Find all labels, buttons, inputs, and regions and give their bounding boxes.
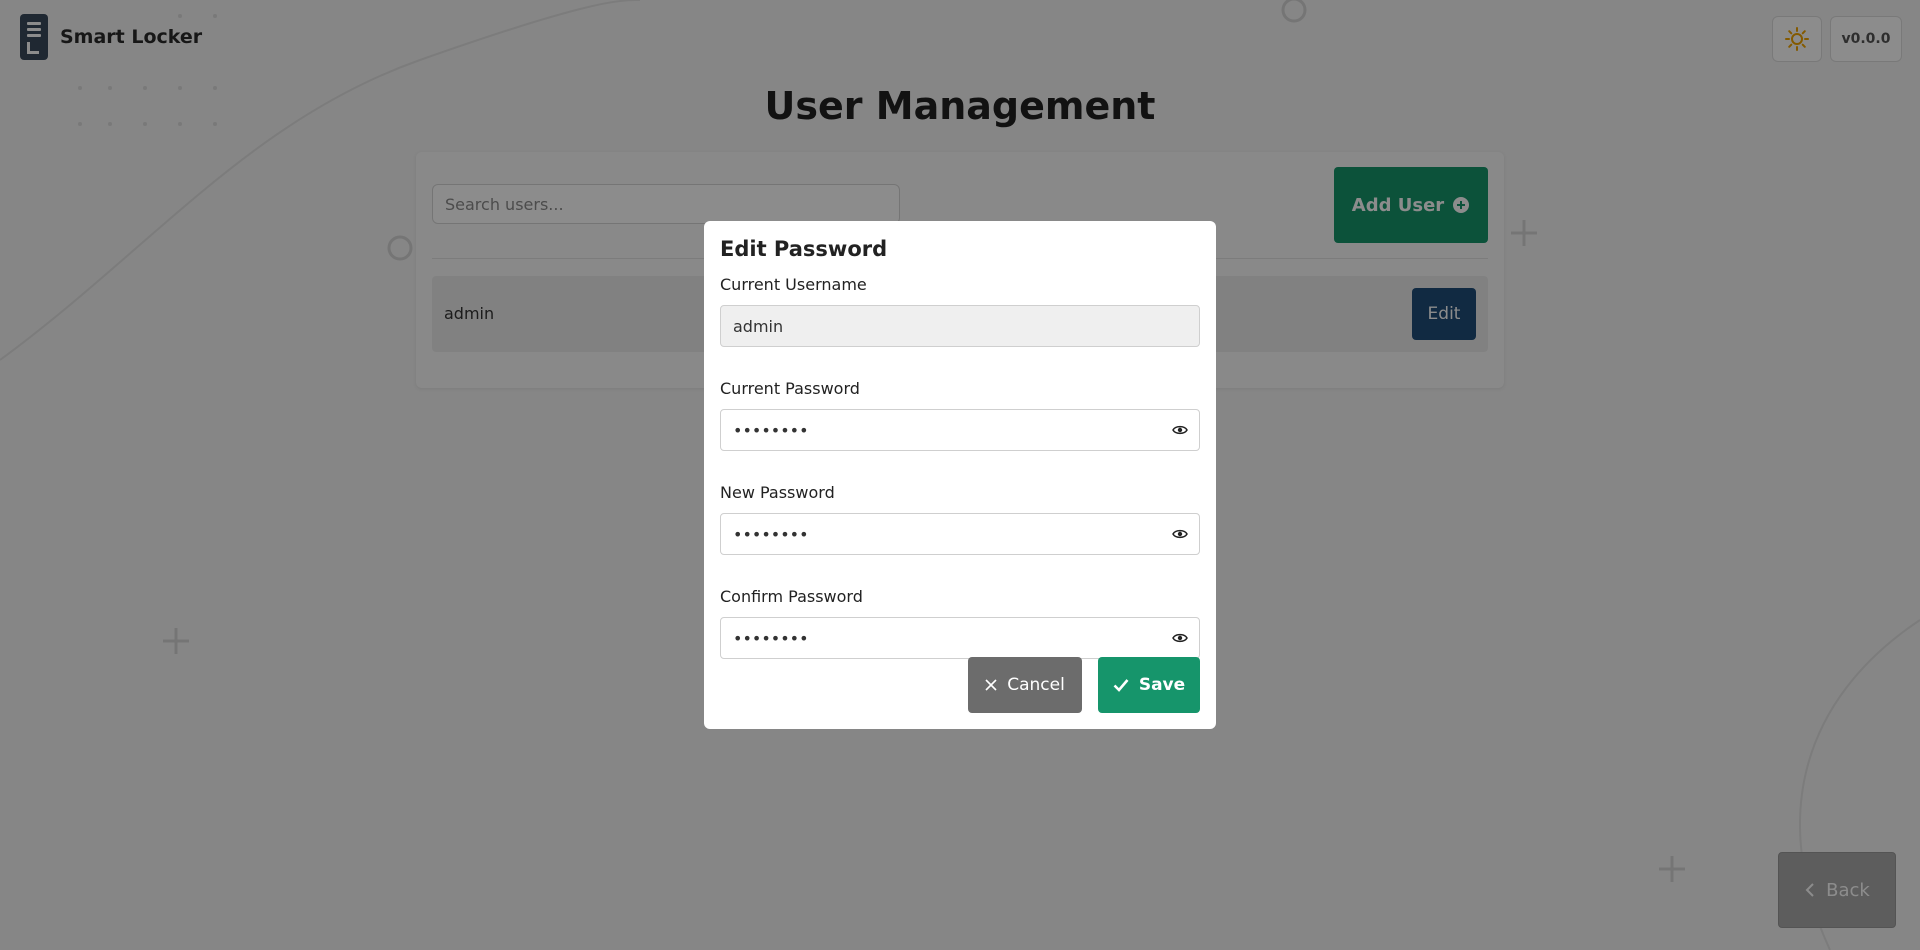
confirm-password-label: Confirm Password [720,587,863,606]
save-button[interactable]: Save [1098,657,1200,713]
new-password-field[interactable] [720,513,1200,555]
username-field-wrapper [720,305,1200,347]
username-label: Current Username [720,275,867,294]
close-icon [985,679,997,691]
confirm-password-wrapper [720,617,1200,659]
eye-icon[interactable] [1170,524,1190,544]
current-password-label: Current Password [720,379,860,398]
dialog-actions: Cancel Save [968,657,1200,713]
new-password-wrapper [720,513,1200,555]
cancel-label: Cancel [1007,675,1065,695]
new-password-label: New Password [720,483,835,502]
check-icon [1113,679,1129,692]
eye-icon[interactable] [1170,420,1190,440]
edit-password-dialog: Edit Password Current Username Current P… [704,221,1216,729]
username-field[interactable] [720,305,1200,347]
eye-icon[interactable] [1170,628,1190,648]
save-label: Save [1138,675,1186,695]
current-password-wrapper [720,409,1200,451]
confirm-password-field[interactable] [720,617,1200,659]
dialog-title: Edit Password [720,237,888,261]
cancel-button[interactable]: Cancel [968,657,1082,713]
current-password-field[interactable] [720,409,1200,451]
